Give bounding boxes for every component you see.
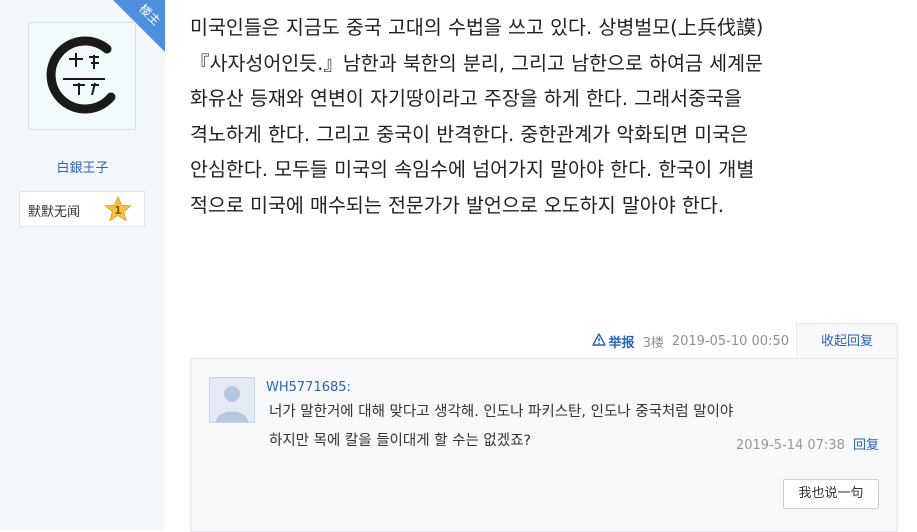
warning-icon [591,333,606,350]
post-line: 격노하게 한다. 그리고 중국이 반격한다. 중한관계가 악화되면 미국은 [190,122,749,146]
author-avatar[interactable] [28,22,136,130]
post-line: 『사자성어인듯.』남한과 북한의 분리, 그리고 남한으로 하여금 세계문 [190,51,763,75]
reply-button[interactable]: 回复 [853,438,879,453]
author-username[interactable]: 白銀王子 [0,157,165,176]
reply-panel: WH5771685: 너가 말한거에 대해 맞다고 생각해. 인도나 파키스탄,… [190,358,898,532]
reply-username[interactable]: WH5771685: [266,380,351,395]
post-meta: 举报 3楼 2019-05-10 00:50 [591,332,789,351]
reply-time: 2019-5-14 07:38 [735,438,845,453]
post-datetime: 2019-05-10 00:50 [671,334,789,349]
level-title: 默默无闻 [28,205,81,220]
reply-meta: 2019-5-14 07:38 回复 [736,434,879,453]
level-star-icon: 1 [104,195,132,226]
reply-line: 하지만 목에 칼을 들이대게 할 수는 없겠죠? [269,433,532,449]
post-line: 화유산 등재와 연변이 자기땅이라고 주장을 하게 한다. 그래서중국을 [190,87,742,110]
author-sidebar: 楼主 白銀王子 默默无闻 1 [0,0,165,530]
post-line: 적으로 미국에 매수되는 전문가가 발언으로 오도하지 말아야 한다. [190,193,724,217]
report-link[interactable]: 举报 [591,332,635,351]
post-line: 안심한다. 모두들 미국의 속임수에 넘어가지 말아야 한다. 한국이 개별 [190,158,755,181]
reply-text: 너가 말한거에 대해 맞다고 생각해. 인도나 파키스탄, 인도나 중국처럼 말… [269,398,733,456]
level-number: 1 [114,204,122,217]
reply-line: 너가 말한거에 대해 맞다고 생각해. 인도나 파키스탄, 인도나 중국처럼 말… [269,404,734,420]
default-avatar-icon [210,378,254,422]
avatar-logo-image [29,23,135,129]
fold-replies-button[interactable]: 收起回复 [796,323,898,360]
post-content: 미국인들은 지금도 중국 고대의 수법을 쓰고 있다. 상병벌모(上兵伐謨) 『… [190,10,905,223]
report-label: 举报 [608,336,635,351]
level-badge: 默默无闻 1 [19,191,145,227]
post-line: 미국인들은 지금도 중국 고대의 수법을 쓰고 있다. 상병벌모(上兵伐謨) [190,16,764,39]
reply-avatar[interactable] [209,377,255,423]
add-reply-button[interactable]: 我也说一句 [783,479,879,509]
floor-number: 3楼 [642,336,664,351]
